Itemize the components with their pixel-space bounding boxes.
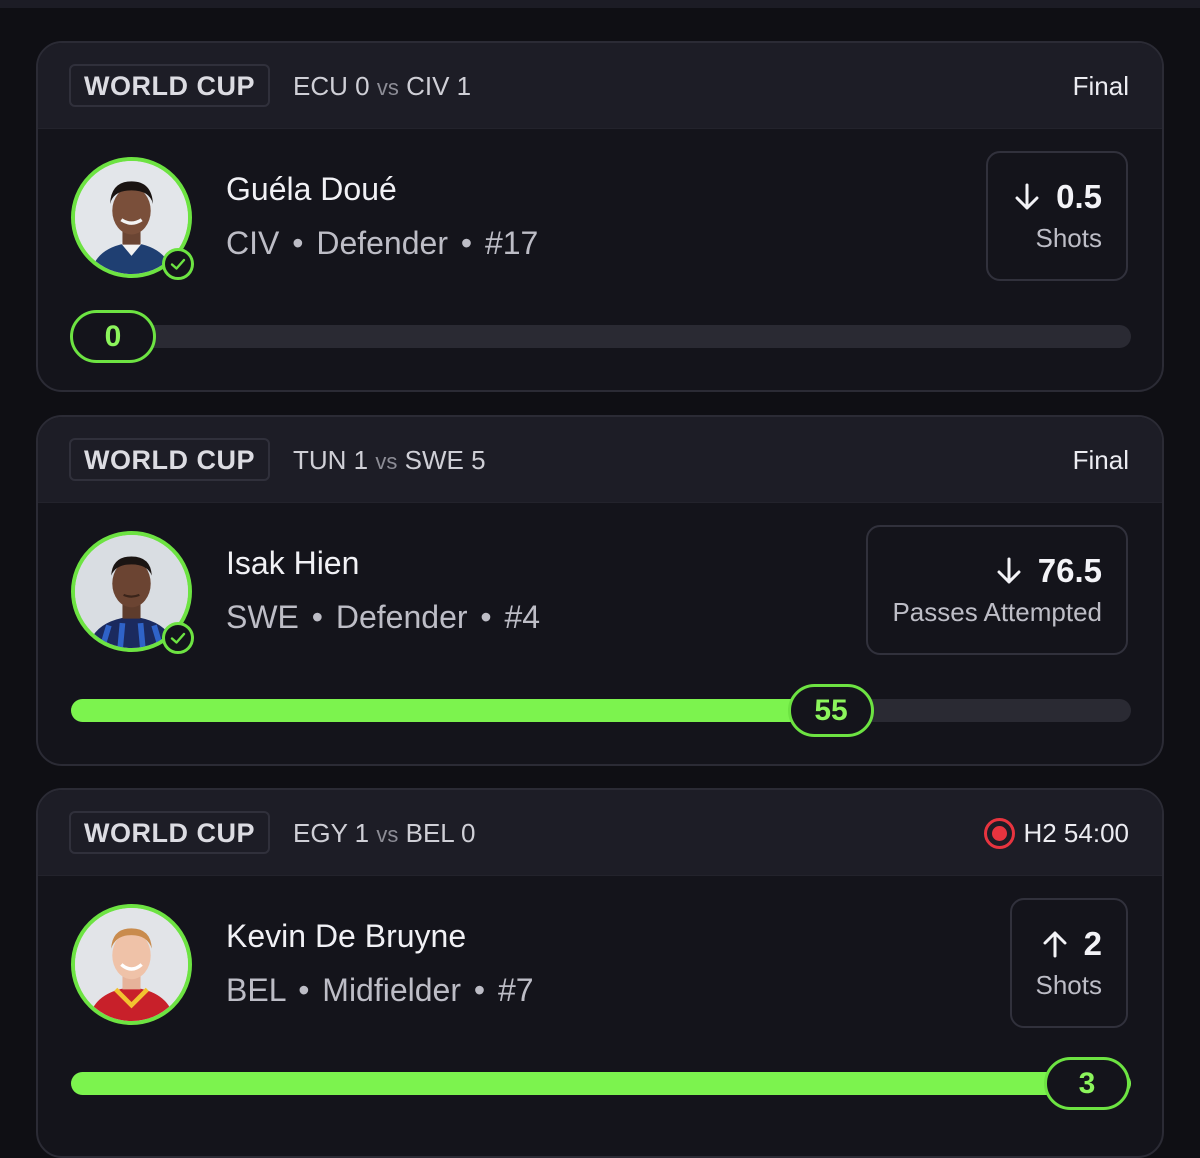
progress-value: 0 bbox=[70, 310, 156, 363]
score2: 0 bbox=[461, 818, 476, 848]
league-badge: WORLD CUP bbox=[69, 811, 270, 854]
player-team: SWE bbox=[226, 599, 299, 635]
prop-line: 0.5 bbox=[1012, 177, 1102, 217]
progress-fill bbox=[71, 1072, 1131, 1095]
arrow-up-icon bbox=[1043, 931, 1067, 958]
vs-label: vs bbox=[375, 449, 398, 474]
score2: 1 bbox=[456, 71, 472, 101]
arrow-down-icon bbox=[1015, 183, 1039, 210]
score1: 0 bbox=[355, 71, 370, 101]
props-feed: WORLD CUP ECU 0 vs CIV 1 Final Guéla Dou… bbox=[0, 0, 1200, 1158]
player-meta: BEL • Midfielder • #7 bbox=[226, 970, 534, 1010]
prop-value: 76.5 bbox=[1037, 552, 1102, 589]
player-team: CIV bbox=[226, 225, 280, 261]
player-number: #4 bbox=[504, 599, 541, 635]
player-team: BEL bbox=[226, 972, 286, 1008]
league-badge: WORLD CUP bbox=[69, 64, 270, 107]
score1: 1 bbox=[353, 445, 369, 475]
player-position: Defender bbox=[316, 225, 448, 261]
progress-bar: 3 bbox=[71, 1057, 1131, 1110]
prop-card[interactable]: WORLD CUP TUN 1 vs SWE 5 Final Isak Hien… bbox=[36, 415, 1164, 766]
status-text: Final bbox=[1072, 71, 1129, 101]
prop-stat: Passes Attempted bbox=[892, 597, 1102, 627]
progress-fill bbox=[71, 699, 834, 722]
player-number: #7 bbox=[497, 972, 534, 1008]
prop-line-box[interactable]: 0.5 Shots bbox=[986, 151, 1128, 281]
prop-card[interactable]: WORLD CUP ECU 0 vs CIV 1 Final Guéla Dou… bbox=[36, 41, 1164, 392]
progress-bar: 0 bbox=[70, 310, 1131, 363]
player-name: Kevin De Bruyne bbox=[226, 918, 467, 954]
player-name: Isak Hien bbox=[226, 545, 360, 581]
player-avatar[interactable] bbox=[71, 904, 192, 1025]
team2: SWE bbox=[404, 445, 464, 475]
player-position: Midfielder bbox=[322, 972, 461, 1008]
progress-bar: 55 bbox=[71, 684, 1131, 737]
team1: ECU bbox=[293, 71, 348, 101]
game-status: H2 54:00 bbox=[984, 816, 1129, 850]
progress-value: 55 bbox=[788, 684, 874, 737]
prop-value: 0.5 bbox=[1056, 178, 1102, 215]
separator: • bbox=[311, 599, 323, 635]
team2: CIV bbox=[406, 71, 450, 101]
separator: • bbox=[292, 225, 304, 261]
separator: • bbox=[298, 972, 310, 1008]
prop-line: 76.5 bbox=[994, 551, 1102, 591]
status-text: Final bbox=[1072, 445, 1129, 475]
team1: EGY bbox=[293, 818, 348, 848]
card-header: WORLD CUP ECU 0 vs CIV 1 Final bbox=[38, 43, 1162, 129]
prop-value: 2 bbox=[1083, 925, 1102, 962]
prop-line-box[interactable]: 76.5 Passes Attempted bbox=[866, 525, 1128, 655]
match-score[interactable]: EGY 1 vs BEL 0 bbox=[293, 816, 476, 852]
player-meta: CIV • Defender • #17 bbox=[226, 223, 538, 263]
player-photo bbox=[75, 908, 188, 1021]
match-score[interactable]: ECU 0 vs CIV 1 bbox=[293, 69, 471, 105]
game-status: Final bbox=[1073, 69, 1129, 103]
card-header: WORLD CUP TUN 1 vs SWE 5 Final bbox=[38, 417, 1162, 503]
prop-card[interactable]: WORLD CUP EGY 1 vs BEL 0 H2 54:00 Kevin … bbox=[36, 788, 1164, 1158]
player-position: Defender bbox=[335, 599, 468, 635]
player-name: Guéla Doué bbox=[226, 171, 397, 207]
team1: TUN bbox=[293, 445, 347, 475]
separator: • bbox=[480, 599, 492, 635]
card-header: WORLD CUP EGY 1 vs BEL 0 H2 54:00 bbox=[38, 790, 1162, 876]
match-score[interactable]: TUN 1 vs SWE 5 bbox=[293, 443, 486, 479]
live-indicator-icon bbox=[984, 817, 1016, 849]
game-status: Final bbox=[1073, 443, 1129, 477]
player-number: #17 bbox=[484, 225, 539, 261]
score1: 1 bbox=[354, 818, 370, 848]
prop-stat: Shots bbox=[1035, 223, 1103, 253]
score2: 5 bbox=[471, 445, 486, 475]
status-text: H2 54:00 bbox=[1023, 818, 1129, 848]
separator: • bbox=[460, 225, 473, 261]
prop-line-box[interactable]: 2 Shots bbox=[1009, 898, 1128, 1028]
arrow-down-icon bbox=[997, 557, 1021, 584]
league-badge: WORLD CUP bbox=[69, 438, 270, 481]
progress-value: 3 bbox=[1044, 1057, 1130, 1110]
vs-label: vs bbox=[376, 822, 399, 847]
prop-line: 2 bbox=[1040, 924, 1102, 964]
verified-check-icon bbox=[162, 622, 194, 654]
prop-stat: Shots bbox=[1035, 970, 1103, 1000]
player-meta: SWE • Defender • #4 bbox=[226, 597, 540, 637]
vs-label: vs bbox=[376, 75, 399, 100]
verified-check-icon bbox=[162, 248, 194, 280]
team2: BEL bbox=[405, 818, 454, 848]
separator: • bbox=[473, 972, 486, 1008]
